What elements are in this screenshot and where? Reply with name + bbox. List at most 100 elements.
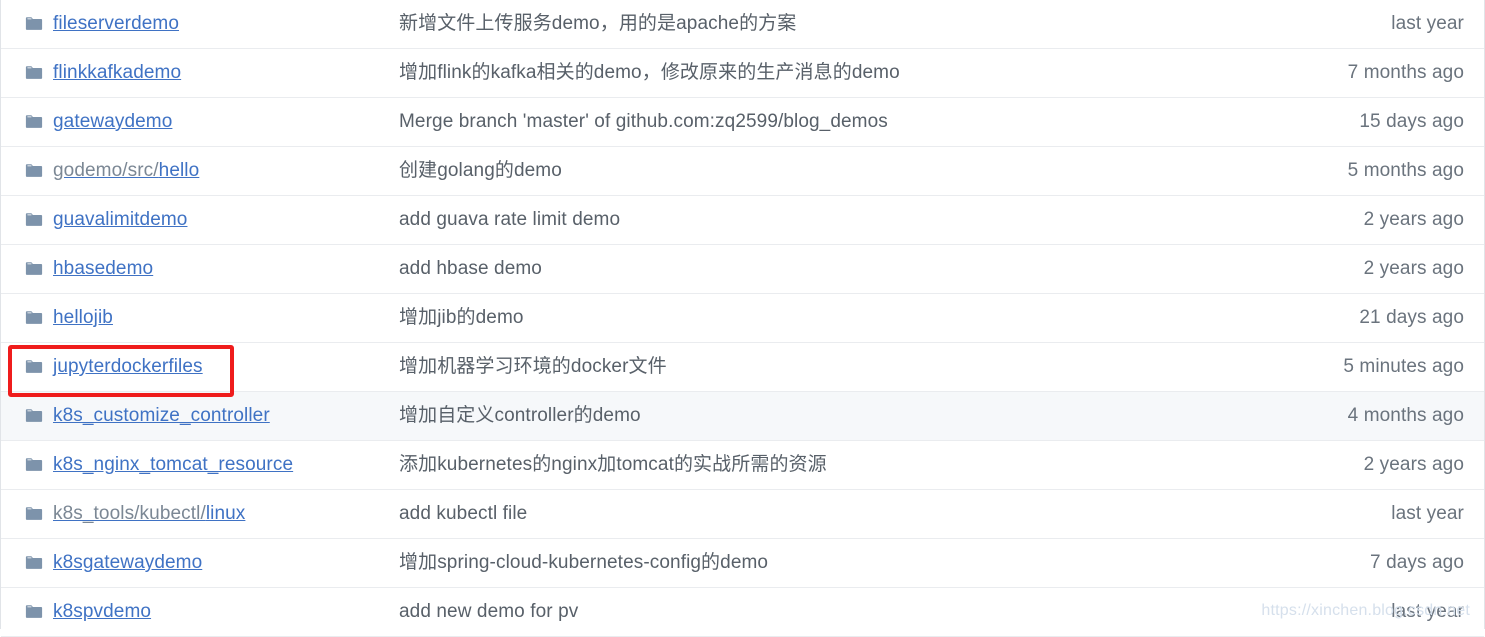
file-base-name: hellojib <box>53 307 113 328</box>
folder-icon <box>25 212 43 228</box>
commit-age-cell: last year <box>1254 13 1484 35</box>
file-name-cell: fileserverdemo <box>1 13 399 35</box>
commit-age-cell: 2 years ago <box>1254 454 1484 476</box>
table-row[interactable]: guavalimitdemo add guava rate limit demo… <box>1 196 1484 245</box>
file-base-name: linux <box>205 503 246 524</box>
file-name-cell: k8s_tools/kubectl/linux <box>1 503 399 525</box>
file-base-name: flinkkafkademo <box>53 62 182 83</box>
folder-icon <box>25 310 43 326</box>
commit-age: last year <box>1391 13 1464 34</box>
file-name-link[interactable]: k8spvdemo <box>53 601 151 623</box>
commit-age: 15 days ago <box>1359 111 1464 132</box>
file-name-cell: k8s_customize_controller <box>1 405 399 427</box>
file-base-name: k8s_customize_controller <box>53 405 270 426</box>
commit-age: last year <box>1391 601 1464 622</box>
file-name-cell: hbasedemo <box>1 258 399 280</box>
commit-message-cell: 增加spring-cloud-kubernetes-config的demo <box>399 552 1254 574</box>
table-row[interactable]: flinkkafkademo 增加flink的kafka相关的demo，修改原来… <box>1 49 1484 98</box>
commit-age-cell: 15 days ago <box>1254 111 1484 133</box>
file-name-link[interactable]: hellojib <box>53 307 113 329</box>
table-row[interactable]: gatewaydemo Merge branch 'master' of git… <box>1 98 1484 147</box>
commit-age: 5 minutes ago <box>1343 356 1464 377</box>
file-base-name: guavalimitdemo <box>53 209 188 230</box>
commit-message: 添加kubernetes的nginx加tomcat的实战所需的资源 <box>399 454 827 475</box>
commit-age-cell: last year <box>1254 503 1484 525</box>
folder-icon <box>25 457 43 473</box>
commit-message-cell: add new demo for pv <box>399 601 1254 623</box>
commit-message-cell: 新增文件上传服务demo，用的是apache的方案 <box>399 13 1254 35</box>
commit-message-cell: Merge branch 'master' of github.com:zq25… <box>399 111 1254 133</box>
table-row[interactable]: k8sgatewaydemo 增加spring-cloud-kubernetes… <box>1 539 1484 588</box>
file-name-cell: jupyterdockerfiles <box>1 356 399 378</box>
file-name-link[interactable]: k8s_tools/kubectl/linux <box>53 503 245 525</box>
repository-file-table: fileserverdemo 新增文件上传服务demo，用的是apache的方案… <box>0 0 1485 637</box>
file-base-name: hello <box>158 160 200 181</box>
commit-age-cell: 21 days ago <box>1254 307 1484 329</box>
table-row[interactable]: jupyterdockerfiles 增加机器学习环境的docker文件 5 m… <box>1 343 1484 392</box>
file-name-link[interactable]: gatewaydemo <box>53 111 172 133</box>
commit-age: last year <box>1391 503 1464 524</box>
file-name-link[interactable]: guavalimitdemo <box>53 209 187 231</box>
file-base-name: jupyterdockerfiles <box>53 356 203 377</box>
commit-message: 增加flink的kafka相关的demo，修改原来的生产消息的demo <box>399 62 900 83</box>
commit-age-cell: 2 years ago <box>1254 258 1484 280</box>
commit-message-cell: 增加flink的kafka相关的demo，修改原来的生产消息的demo <box>399 62 1254 84</box>
commit-message: 增加jib的demo <box>399 307 524 328</box>
commit-age: 2 years ago <box>1363 454 1464 475</box>
file-name-link[interactable]: godemo/src/hello <box>53 160 199 182</box>
file-base-name: k8sgatewaydemo <box>53 552 203 573</box>
file-name-link[interactable]: k8sgatewaydemo <box>53 552 202 574</box>
table-row[interactable]: k8s_customize_controller 增加自定义controller… <box>1 392 1484 441</box>
file-name-cell: godemo/src/hello <box>1 160 399 182</box>
commit-message: 创建golang的demo <box>399 160 562 181</box>
commit-age-cell: 2 years ago <box>1254 209 1484 231</box>
folder-icon <box>25 359 43 375</box>
file-path-prefix: godemo/src/ <box>53 160 159 181</box>
file-name-link[interactable]: fileserverdemo <box>53 13 179 35</box>
folder-icon <box>25 506 43 522</box>
folder-icon <box>25 114 43 130</box>
commit-age-cell: 4 months ago <box>1254 405 1484 427</box>
file-name-link[interactable]: jupyterdockerfiles <box>53 356 203 378</box>
table-row[interactable]: hellojib 增加jib的demo 21 days ago <box>1 294 1484 343</box>
commit-message: 增加自定义controller的demo <box>399 405 641 426</box>
commit-message-cell: 添加kubernetes的nginx加tomcat的实战所需的资源 <box>399 454 1254 476</box>
commit-message-cell: 增加机器学习环境的docker文件 <box>399 356 1254 378</box>
file-name-cell: guavalimitdemo <box>1 209 399 231</box>
commit-age-cell: last year <box>1254 601 1484 623</box>
file-path-prefix: k8s_tools/kubectl/ <box>53 503 206 524</box>
commit-message: add hbase demo <box>399 258 542 279</box>
commit-message-cell: 创建golang的demo <box>399 160 1254 182</box>
file-base-name: fileserverdemo <box>53 13 180 34</box>
commit-age: 7 days ago <box>1370 552 1464 573</box>
commit-age: 2 years ago <box>1363 209 1464 230</box>
table-row[interactable]: k8spvdemo add new demo for pv last year <box>1 588 1484 637</box>
file-name-cell: k8spvdemo <box>1 601 399 623</box>
table-row[interactable]: k8s_tools/kubectl/linux add kubectl file… <box>1 490 1484 539</box>
commit-age-cell: 5 months ago <box>1254 160 1484 182</box>
table-row[interactable]: fileserverdemo 新增文件上传服务demo，用的是apache的方案… <box>1 0 1484 49</box>
folder-icon <box>25 163 43 179</box>
commit-age: 2 years ago <box>1363 258 1464 279</box>
commit-age: 21 days ago <box>1359 307 1464 328</box>
file-base-name: gatewaydemo <box>53 111 173 132</box>
table-row[interactable]: godemo/src/hello 创建golang的demo 5 months … <box>1 147 1484 196</box>
folder-icon <box>25 261 43 277</box>
file-name-link[interactable]: k8s_nginx_tomcat_resource <box>53 454 293 476</box>
commit-message: add guava rate limit demo <box>399 209 621 230</box>
commit-message: 增加机器学习环境的docker文件 <box>399 356 667 377</box>
file-name-link[interactable]: flinkkafkademo <box>53 62 181 84</box>
table-row[interactable]: k8s_nginx_tomcat_resource 添加kubernetes的n… <box>1 441 1484 490</box>
file-name-link[interactable]: k8s_customize_controller <box>53 405 270 427</box>
file-name-link[interactable]: hbasedemo <box>53 258 153 280</box>
commit-age-cell: 7 months ago <box>1254 62 1484 84</box>
file-base-name: k8s_nginx_tomcat_resource <box>53 454 294 475</box>
file-base-name: hbasedemo <box>53 258 154 279</box>
file-name-cell: hellojib <box>1 307 399 329</box>
table-row[interactable]: hbasedemo add hbase demo 2 years ago <box>1 245 1484 294</box>
folder-icon <box>25 555 43 571</box>
commit-age-cell: 5 minutes ago <box>1254 356 1484 378</box>
commit-age: 5 months ago <box>1347 160 1464 181</box>
folder-icon <box>25 16 43 32</box>
commit-message: add kubectl file <box>399 503 528 524</box>
